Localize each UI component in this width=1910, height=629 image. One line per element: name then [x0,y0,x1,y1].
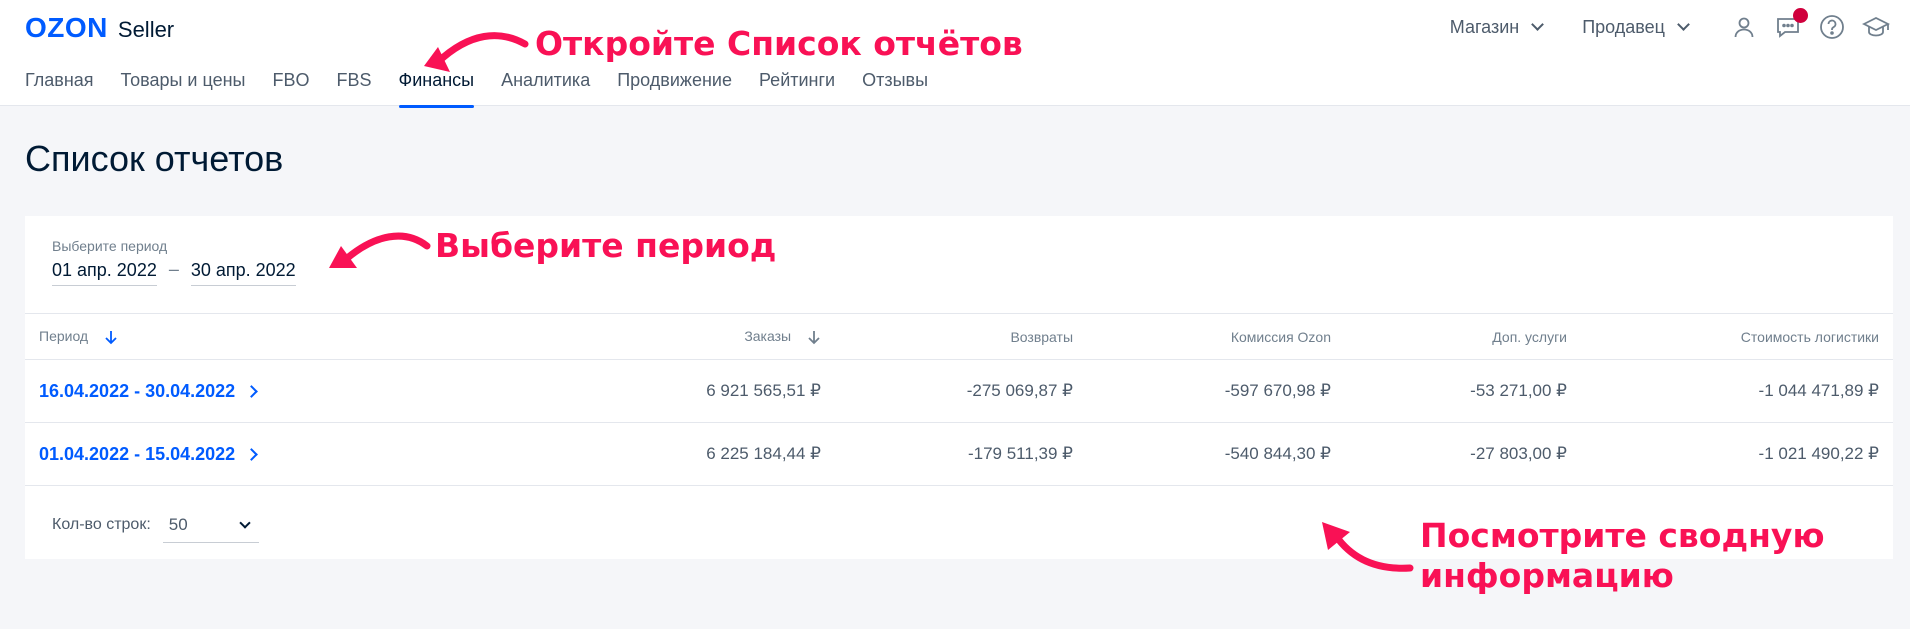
notification-badge [1793,8,1808,23]
chevron-down-icon [1531,18,1545,31]
education-icon[interactable] [1862,13,1890,41]
logo-product: Seller [117,17,175,42]
reports-card: Выберите период 01 апр. 2022 – 30 апр. 2… [25,216,1893,559]
column-header-extra-services: Доп. услуги [1345,313,1581,360]
rows-per-page-select[interactable]: 50 [162,507,259,543]
nav-item-home[interactable]: Главная [25,70,94,108]
nav-item-fbo[interactable]: FBO [273,70,310,108]
chevron-right-icon [245,384,259,398]
logistics-cell: -1 021 490,22 ₽ [1581,422,1893,486]
logo-brand: OZON [25,12,108,43]
nav-item-fbs[interactable]: FBS [337,70,372,108]
user-icon[interactable] [1730,13,1758,41]
chevron-right-icon [245,447,259,461]
rows-per-page-label: Кол-во строк: [52,516,151,533]
annotation-arrow-2 [329,232,431,268]
help-icon[interactable] [1818,13,1846,41]
column-header-returns: Возвраты [835,313,1087,360]
nav-item-promotion[interactable]: Продвижение [617,70,732,108]
column-header-logistics: Стоимость логистики [1581,313,1893,360]
chat-icon[interactable] [1774,8,1808,41]
date-to[interactable]: 30 апр. 2022 [190,260,296,286]
column-header-orders[interactable]: Заказы [545,313,835,360]
extra-services-cell: -27 803,00 ₽ [1345,422,1581,486]
report-period-link[interactable]: 01.04.2022 - 15.04.2022 [39,444,259,465]
sort-arrow-icon [808,331,820,345]
orders-cell: 6 225 184,44 ₽ [545,422,835,486]
annotation-choose-period: Выберите период [435,226,777,265]
column-header-commission: Комиссия Ozon [1087,313,1345,360]
chevron-down-icon [1677,18,1690,31]
annotation-arrow-1 [424,32,529,72]
rows-per-page-value: 50 [168,514,188,534]
store-dropdown-label: Магазин [1449,16,1520,37]
table-row[interactable]: 01.04.2022 - 15.04.2022 6 225 184,44 ₽ -… [25,422,1893,486]
date-from[interactable]: 01 апр. 2022 [52,260,157,286]
table-header-row: Период Заказы Возвраты Комиссия Ozon Доп… [25,313,1893,360]
period-label: Выберите период [52,238,168,254]
nav-item-ratings[interactable]: Рейтинги [759,70,835,108]
commission-cell: -540 844,30 ₽ [1087,422,1345,486]
chevron-down-icon [239,516,251,529]
seller-dropdown[interactable]: Продавец [1582,16,1690,38]
column-header-period[interactable]: Период [25,313,545,360]
seller-dropdown-label: Продавец [1582,16,1665,37]
store-dropdown[interactable]: Магазин [1449,16,1545,38]
nav-item-products[interactable]: Товары и цены [121,70,246,108]
returns-cell: -179 511,39 ₽ [835,422,1087,486]
annotation-arrow-3 [1322,522,1414,572]
table-row[interactable]: 16.04.2022 - 30.04.2022 6 921 565,51 ₽ -… [25,359,1893,423]
rows-per-page: Кол-во строк: 50 [52,507,259,543]
commission-cell: -597 670,98 ₽ [1087,359,1345,423]
returns-cell: -275 069,87 ₽ [835,359,1087,423]
page-title: Список отчетов [25,138,284,179]
reports-table: Период Заказы Возвраты Комиссия Ozon Доп… [25,313,1893,486]
logistics-cell: -1 044 471,89 ₽ [1581,359,1893,423]
orders-cell: 6 921 565,51 ₽ [545,359,835,423]
logo[interactable]: OZON Seller [25,12,174,44]
extra-services-cell: -53 271,00 ₽ [1345,359,1581,423]
date-separator: – [168,258,179,279]
annotation-open-reports: Откройте Список отчётов [535,24,1023,63]
annotation-view-summary: Посмотрите сводную информацию [1420,516,1825,595]
period-picker[interactable]: Выберите период 01 апр. 2022 – 30 апр. 2… [52,238,296,286]
nav-item-reviews[interactable]: Отзывы [862,70,928,108]
header-actions: Магазин Продавец [1449,8,1890,42]
sort-arrow-icon [105,331,117,345]
report-period-link[interactable]: 16.04.2022 - 30.04.2022 [39,381,259,402]
